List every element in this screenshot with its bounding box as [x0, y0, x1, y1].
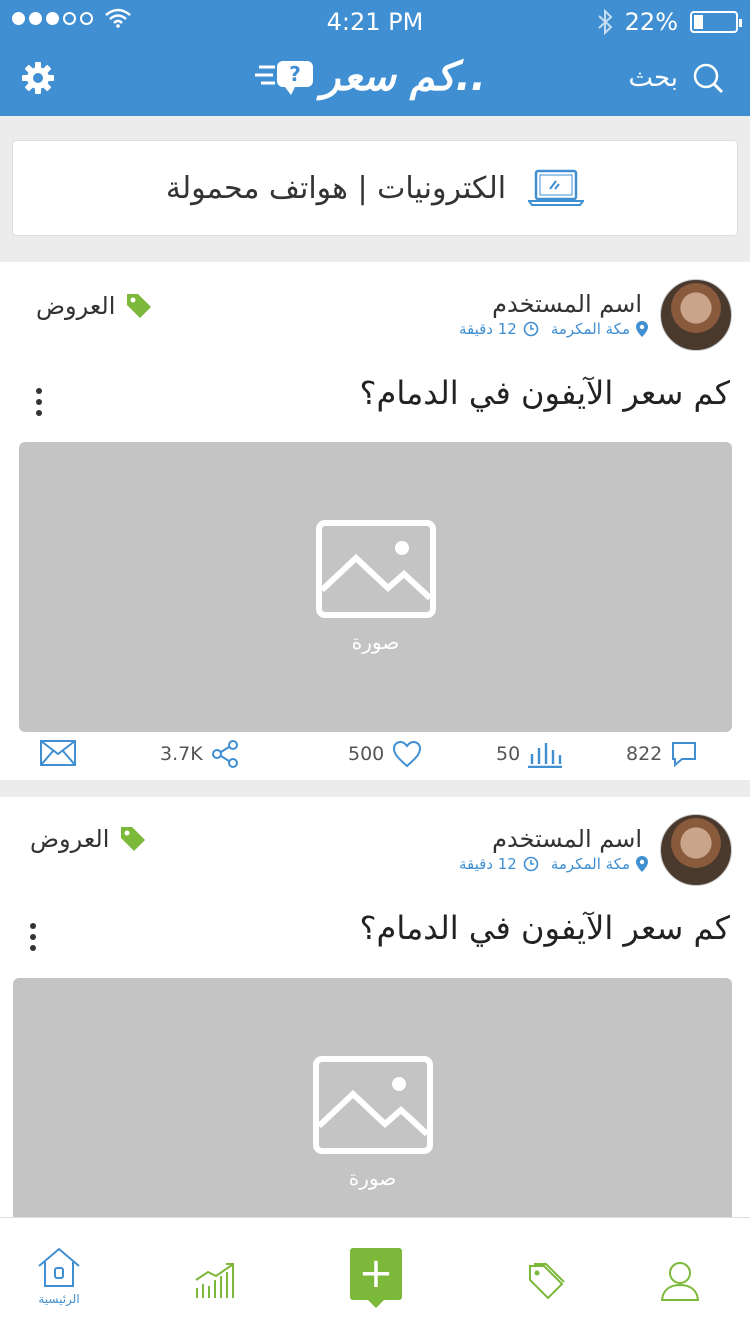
logo-text: كم سعر..: [321, 54, 486, 100]
more-options-icon[interactable]: [30, 923, 36, 951]
post-actions-bar: 3.7K 500 50 822: [0, 740, 750, 780]
post-meta: مكة المكرمة 12 دقيقة: [459, 320, 648, 338]
image-placeholder-icon: [315, 520, 436, 618]
like-count: 500: [348, 743, 385, 765]
views-count: 50: [496, 743, 521, 765]
post-card: اسم المستخدم مكة المكرمة 12 دقيقة العروض…: [0, 262, 750, 780]
message-button[interactable]: [40, 740, 76, 766]
clock-icon: [523, 856, 539, 872]
svg-text:?: ?: [289, 62, 301, 86]
like-button[interactable]: 500: [348, 740, 422, 768]
post-title[interactable]: كم سعر الآيفون في الدمام؟: [360, 374, 730, 412]
image-placeholder-label: صورة: [351, 630, 400, 654]
battery-icon: [690, 11, 742, 33]
heart-icon: [393, 740, 422, 768]
tab-offers[interactable]: [526, 1262, 566, 1302]
clock-icon: [523, 321, 539, 337]
user-avatar[interactable]: [660, 279, 732, 351]
post-meta: مكة المكرمة 12 دقيقة: [459, 855, 648, 873]
home-icon: [38, 1247, 80, 1287]
location-pin-icon: [636, 321, 648, 337]
tab-stats[interactable]: [194, 1262, 236, 1300]
price-tag-icon: [121, 827, 146, 851]
laptop-icon: [528, 169, 585, 206]
bottom-tab-bar: الرئيسية +: [0, 1217, 750, 1334]
post-username[interactable]: اسم المستخدم: [492, 290, 642, 318]
location-pin-icon: [636, 856, 648, 872]
share-count: 3.7K: [160, 743, 203, 765]
app-bar: ? كم سعر.. بحث: [0, 44, 750, 116]
search-button[interactable]: بحث: [628, 62, 724, 94]
share-button[interactable]: 3.7K: [160, 740, 239, 768]
views-indicator: 50: [496, 740, 563, 768]
tags-icon: [529, 1263, 565, 1300]
post-username[interactable]: اسم المستخدم: [492, 825, 642, 853]
image-placeholder-label: صورة: [348, 1166, 397, 1190]
post-tag-label: العروض: [30, 825, 110, 853]
tab-profile[interactable]: [660, 1260, 700, 1302]
user-avatar[interactable]: [660, 814, 732, 886]
comment-bubble-icon: [672, 742, 697, 768]
app-logo: ? كم سعر..: [255, 54, 486, 100]
comment-count: 822: [626, 743, 663, 765]
tab-home-label: الرئيسية: [38, 1292, 80, 1306]
post-tag-label: العروض: [36, 292, 116, 320]
share-icon: [211, 740, 238, 768]
battery-percentage: 22%: [624, 8, 678, 36]
post-tag[interactable]: العروض: [36, 292, 153, 320]
post-card: اسم المستخدم مكة المكرمة 12 دقيقة العروض…: [0, 797, 750, 1227]
post-title[interactable]: كم سعر الآيفون في الدمام؟: [360, 909, 730, 947]
image-placeholder-icon: [312, 1056, 433, 1154]
post-time: 12 دقيقة: [458, 320, 517, 338]
bluetooth-icon: [597, 9, 613, 35]
category-header[interactable]: الكترونيات | هواتف محمولة: [12, 140, 738, 236]
post-time: 12 دقيقة: [458, 855, 517, 873]
category-text: الكترونيات | هواتف محمولة: [165, 170, 507, 206]
price-tag-icon: [127, 294, 152, 318]
more-options-icon[interactable]: [36, 388, 42, 416]
search-label: بحث: [628, 63, 678, 93]
add-post-button[interactable]: +: [350, 1248, 402, 1308]
post-image-placeholder[interactable]: صورة: [13, 978, 732, 1227]
post-location: مكة المكرمة: [550, 320, 630, 338]
speech-bubble-logo-icon: ?: [255, 61, 313, 95]
tab-home[interactable]: الرئيسية: [36, 1246, 82, 1306]
status-bar: 4:21 PM 22%: [0, 0, 750, 44]
growth-chart-icon: [195, 1263, 234, 1298]
post-location: مكة المكرمة: [550, 855, 630, 873]
envelope-icon: [40, 740, 76, 766]
comment-button[interactable]: 822: [626, 740, 698, 768]
bar-stats-icon: [528, 743, 563, 768]
post-tag[interactable]: العروض: [30, 825, 147, 853]
post-image-placeholder[interactable]: صورة: [19, 442, 732, 732]
settings-gear-icon[interactable]: [20, 60, 56, 96]
search-icon: [693, 63, 724, 94]
user-profile-icon: [660, 1262, 700, 1301]
